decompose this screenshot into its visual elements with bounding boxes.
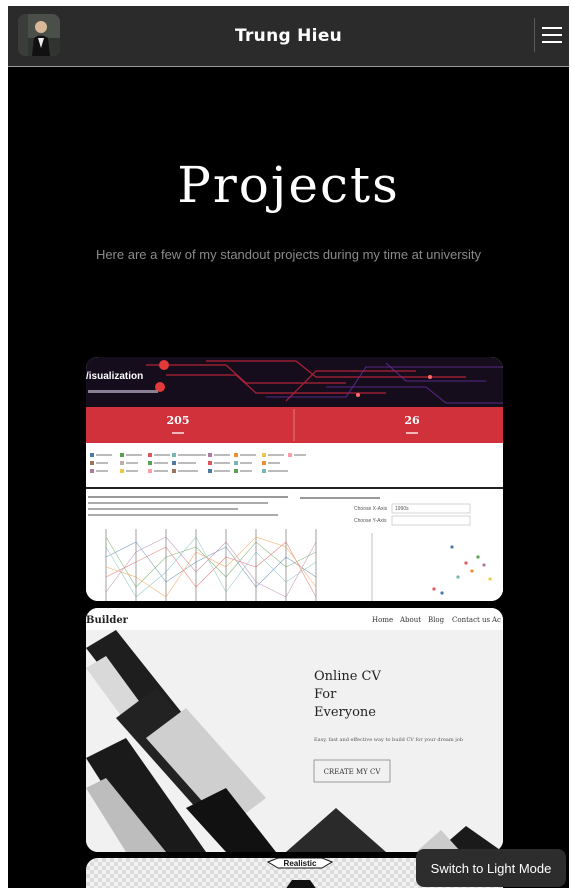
cv-headline-line-2: For (314, 687, 337, 702)
cv-cta-button: CREATE MY CV (324, 768, 382, 776)
page-subtitle: Here are a few of my standout projects d… (95, 247, 482, 262)
third-card-tag: Realistic (284, 859, 317, 868)
cv-description: Easy, fast and effective way to build CV… (314, 737, 463, 743)
project-card-visualization[interactable]: /isualization 205 26 Choose X-Axis 1990s… (86, 357, 503, 601)
stat-value-right: 26 (404, 414, 420, 427)
cv-nav-blog: Blog (428, 616, 445, 624)
x-axis-filter-label: Choose X-Axis (354, 506, 388, 512)
stat-value-left: 205 (167, 414, 190, 427)
cv-nav-about: About (399, 616, 421, 624)
hamburger-menu-icon[interactable] (534, 18, 569, 52)
y-axis-filter-label: Choose Y-Axis (354, 518, 387, 524)
page-frame: Trung Hieu Projects Here are a few of my… (8, 6, 569, 888)
x-axis-filter-value: 1990s (395, 506, 409, 512)
page-title: Projects (177, 156, 400, 214)
project-preview-cv-builder: Builder Home About Blog Contact us Ac On… (86, 608, 503, 852)
cv-builder-brand: Builder (86, 615, 129, 626)
site-brand[interactable]: Trung Hieu (8, 26, 569, 46)
cv-nav-home: Home (372, 616, 393, 624)
theme-toggle-button[interactable]: Switch to Light Mode (416, 849, 566, 887)
cv-nav-contact: Contact us (452, 616, 491, 624)
project-preview-visualization: /isualization 205 26 Choose X-Axis 1990s… (86, 357, 503, 601)
visualization-heading: /isualization (86, 371, 143, 382)
cv-nav-more: Ac (491, 616, 501, 624)
cv-headline-line-1: Online CV (314, 669, 381, 684)
top-navbar: Trung Hieu (8, 6, 569, 67)
project-card-cv-builder[interactable]: Builder Home About Blog Contact us Ac On… (86, 608, 503, 852)
cv-headline-line-3: Everyone (314, 705, 376, 720)
